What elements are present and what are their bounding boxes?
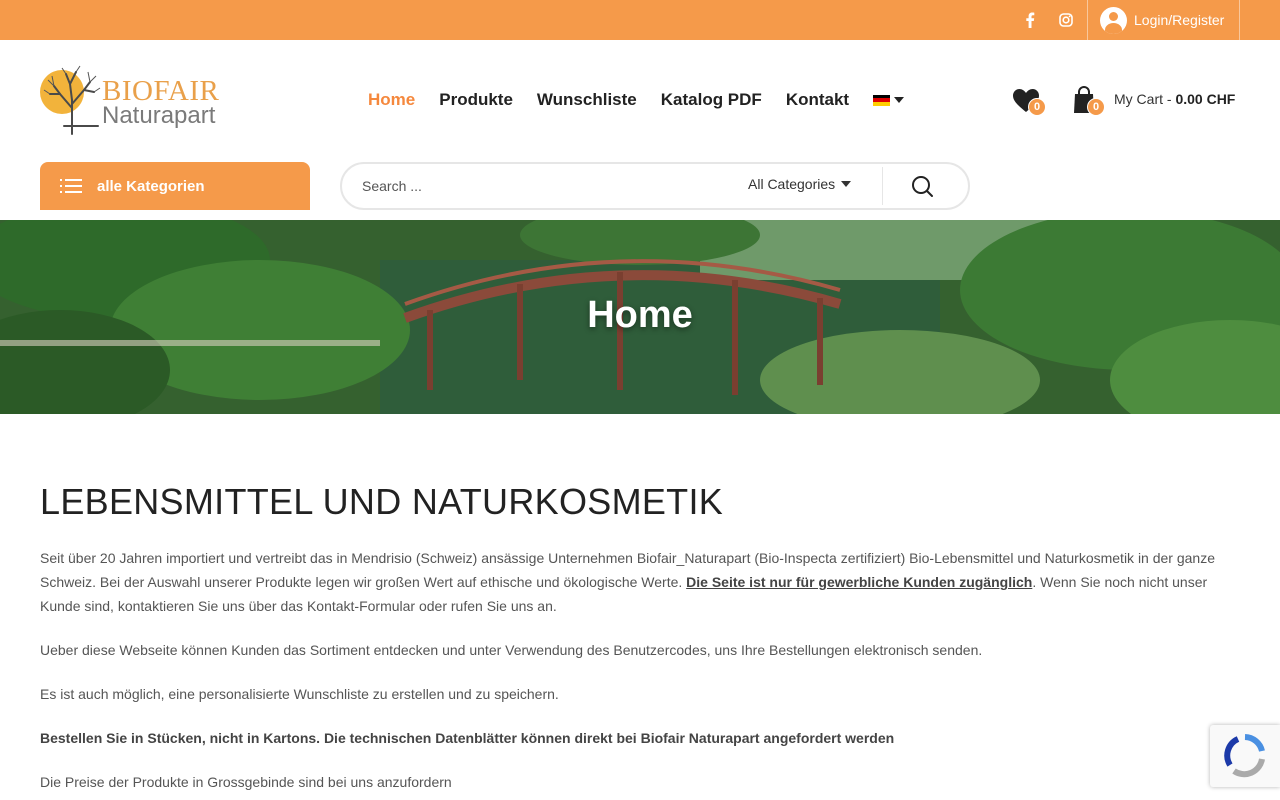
user-avatar-icon (1100, 6, 1127, 34)
search-input[interactable] (362, 174, 722, 198)
main-nav: Home Produkte Wunschliste Katalog PDF Ko… (368, 88, 905, 112)
instagram-icon[interactable] (1055, 0, 1077, 40)
logo-subtitle: Naturapart (102, 102, 216, 129)
paragraph-webseite: Ueber diese Webseite können Kunden das S… (40, 642, 983, 658)
banner-title: Home (587, 294, 693, 336)
chevron-down-icon (841, 181, 852, 187)
paragraph-wunschliste: Es ist auch möglich, eine personalisiert… (40, 686, 559, 702)
tree-logo-icon (40, 65, 101, 135)
all-categories-label: alle Kategorien (97, 177, 205, 195)
nav-kontakt[interactable]: Kontakt (786, 90, 849, 110)
page-banner: Home (0, 220, 1280, 414)
category-select[interactable]: All Categories (748, 176, 852, 192)
nav-home[interactable]: Home (368, 90, 415, 110)
nav-produkte[interactable]: Produkte (439, 90, 513, 110)
search-icon (912, 176, 933, 197)
login-register-label: Login/Register (1134, 12, 1225, 28)
divider (882, 167, 883, 205)
recaptcha-badge[interactable] (1210, 725, 1280, 787)
cart-label: My Cart - (1114, 91, 1176, 107)
nav-katalog-pdf[interactable]: Katalog PDF (661, 90, 762, 110)
wishlist-count-badge: 0 (1028, 98, 1046, 116)
cart-button[interactable]: 0 (1073, 86, 1107, 118)
login-register-link[interactable]: Login/Register (1100, 0, 1224, 40)
chevron-down-icon (894, 97, 905, 103)
category-select-value: All Categories (748, 176, 836, 192)
cart-count-badge: 0 (1087, 98, 1105, 116)
search-bar: All Categories (340, 162, 970, 210)
divider (1087, 0, 1088, 40)
divider (1239, 0, 1240, 40)
cart-total: 0.00 CHF (1175, 91, 1236, 107)
paragraph-bestellen: Bestellen Sie in Stücken, nicht in Karto… (40, 730, 895, 746)
page-heading: LEBENSMITTEL UND NATURKOSMETIK (40, 481, 724, 522)
recaptcha-icon (1224, 734, 1265, 778)
all-categories-button[interactable]: alle Kategorien (40, 162, 310, 210)
facebook-icon[interactable] (1020, 0, 1040, 40)
business-customers-link[interactable]: Die Seite ist nur für gewerbliche Kunden… (686, 574, 1032, 590)
intro-paragraph: Seit über 20 Jahren importiert und vertr… (40, 546, 1240, 618)
wishlist-button[interactable]: 0 (1012, 88, 1048, 118)
paragraph-preise: Die Preise der Produkte in Grossgebinde … (40, 774, 452, 790)
language-switcher[interactable] (873, 94, 905, 106)
search-button[interactable] (902, 173, 942, 201)
top-bar: Login/Register (0, 0, 1280, 40)
de-flag-icon (873, 94, 891, 106)
site-logo[interactable]: BIOFAIR Naturapart (40, 64, 240, 138)
cart-summary[interactable]: My Cart - 0.00 CHF (1114, 91, 1235, 107)
main-content: LEBENSMITTEL UND NATURKOSMETIK Seit über… (40, 480, 1240, 800)
nav-wunschliste[interactable]: Wunschliste (537, 90, 637, 110)
list-icon (60, 179, 82, 193)
